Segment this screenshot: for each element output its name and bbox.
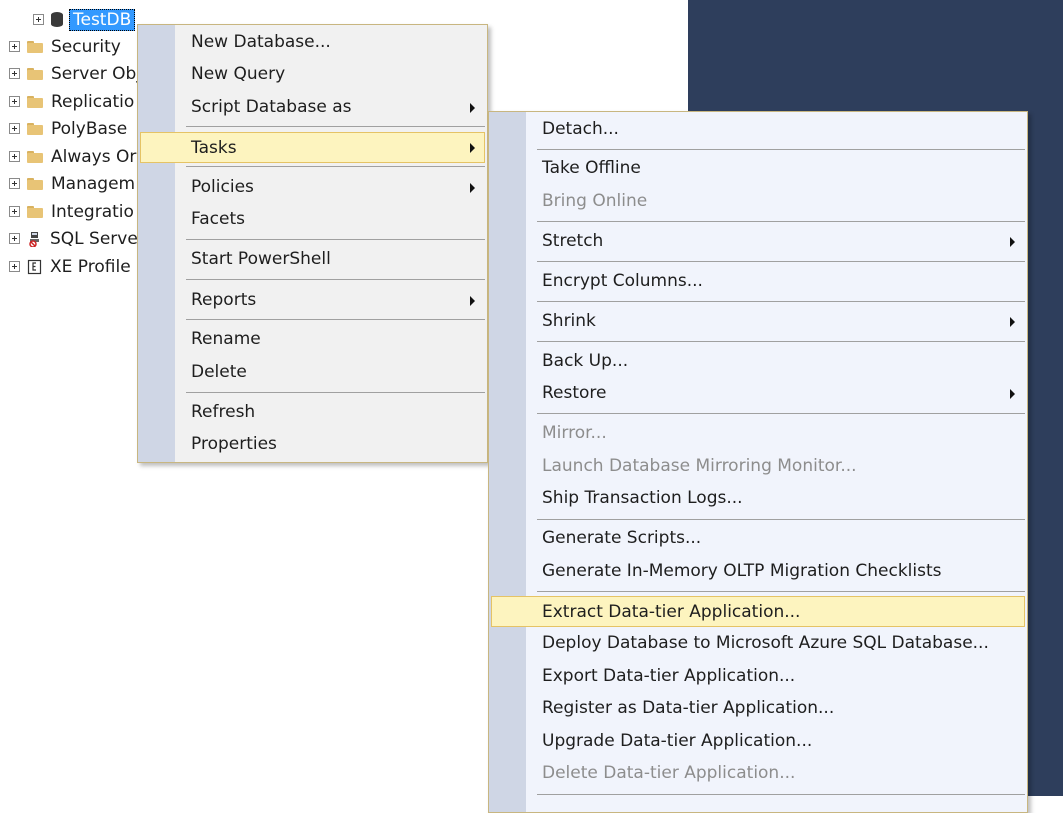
tree-item-label: Replicatio	[51, 91, 135, 112]
menu-item-rename[interactable]: Rename	[140, 324, 485, 355]
menu-item-policies[interactable]: Policies	[140, 172, 485, 203]
database-icon	[51, 12, 63, 27]
menu-separator	[537, 149, 1025, 150]
menu-separator	[186, 239, 485, 240]
menu-item-take-offline[interactable]: Take Offline	[491, 153, 1025, 184]
menu-separator	[537, 261, 1025, 262]
menu-item-new-database[interactable]: New Database...	[140, 27, 485, 58]
folder-icon	[27, 205, 43, 218]
submenu-arrow-icon	[470, 183, 475, 193]
tree-item-label: Integratio	[51, 201, 134, 222]
submenu-arrow-icon	[470, 143, 475, 153]
menu-item-tasks[interactable]: Tasks	[140, 132, 485, 163]
menu-item-stretch[interactable]: Stretch	[491, 226, 1025, 257]
menu-separator	[537, 301, 1025, 302]
menu-separator	[537, 519, 1025, 520]
menu-separator	[537, 413, 1025, 414]
menu-item-detach[interactable]: Detach...	[491, 114, 1025, 145]
menu-item-generate-scripts[interactable]: Generate Scripts...	[491, 523, 1025, 554]
menu-item-script-database-as[interactable]: Script Database as	[140, 92, 485, 123]
menu-separator	[186, 392, 485, 393]
tree-item-replication[interactable]: Replicatio	[9, 88, 134, 115]
tree-item-label: SQL Serve	[50, 228, 138, 249]
sql-agent-icon	[29, 231, 39, 247]
tree-item-label: TestDB	[69, 8, 136, 31]
xe-profiler-icon	[27, 259, 42, 274]
menu-item-back-up[interactable]: Back Up...	[491, 346, 1025, 377]
menu-item-new-query[interactable]: New Query	[140, 59, 485, 90]
menu-item-export-data-tier-application[interactable]: Export Data-tier Application...	[491, 661, 1025, 692]
expand-icon[interactable]	[9, 206, 20, 217]
menu-separator	[186, 126, 485, 127]
folder-icon	[27, 67, 43, 80]
menu-separator	[186, 319, 485, 320]
tree-item-label: XE Profile	[50, 256, 131, 277]
expand-icon[interactable]	[9, 233, 20, 244]
tree-item-label: Server Obj	[51, 63, 142, 84]
menu-item-bring-online: Bring Online	[542, 191, 648, 211]
expand-icon[interactable]	[9, 41, 20, 52]
menu-item-register-data-tier-application[interactable]: Register as Data-tier Application...	[491, 693, 1025, 724]
tree-item-label: PolyBase	[51, 118, 128, 139]
menu-item-mirror: Mirror...	[542, 423, 607, 443]
tree-item-polybase[interactable]: PolyBase	[9, 115, 127, 142]
tree-item-management[interactable]: Managem	[9, 170, 135, 197]
menu-item-extract-data-tier-application[interactable]: Extract Data-tier Application...	[491, 596, 1025, 627]
menu-item-upgrade-data-tier-application[interactable]: Upgrade Data-tier Application...	[491, 726, 1025, 757]
menu-item-reports[interactable]: Reports	[140, 285, 485, 316]
menu-separator	[537, 591, 1025, 592]
expand-icon[interactable]	[9, 151, 20, 162]
menu-item-generate-oltp-checklists[interactable]: Generate In-Memory OLTP Migration Checkl…	[491, 556, 1025, 587]
expand-icon[interactable]	[9, 178, 20, 189]
expand-icon[interactable]	[9, 123, 20, 134]
submenu-arrow-icon	[1010, 237, 1015, 247]
menu-item-encrypt-columns[interactable]: Encrypt Columns...	[491, 266, 1025, 297]
menu-item-deploy-to-azure[interactable]: Deploy Database to Microsoft Azure SQL D…	[491, 628, 1025, 659]
folder-icon	[27, 150, 43, 163]
expand-icon[interactable]	[9, 261, 20, 272]
menu-item-restore[interactable]: Restore	[491, 378, 1025, 409]
submenu-arrow-icon	[470, 296, 475, 306]
tree-item-sql-server-agent[interactable]: SQL Serve	[9, 225, 138, 252]
menu-item-launch-mirroring-monitor: Launch Database Mirroring Monitor...	[542, 456, 857, 476]
menu-item-delete[interactable]: Delete	[140, 357, 485, 388]
tree-item-security[interactable]: Security	[9, 33, 121, 60]
tree-item-xe-profiler[interactable]: XE Profile	[9, 253, 131, 280]
expand-icon[interactable]	[33, 14, 44, 25]
submenu-arrow-icon	[470, 103, 475, 113]
menu-separator	[537, 341, 1025, 342]
submenu-arrow-icon	[1010, 317, 1015, 327]
menu-separator	[537, 221, 1025, 222]
menu-separator	[186, 279, 485, 280]
menu-item-delete-data-tier-application: Delete Data-tier Application...	[542, 763, 796, 783]
folder-icon	[27, 95, 43, 108]
tree-item-integration-services[interactable]: Integratio	[9, 198, 134, 225]
folder-icon	[27, 177, 43, 190]
folder-icon	[27, 40, 43, 53]
submenu-arrow-icon	[1010, 389, 1015, 399]
menu-item-refresh[interactable]: Refresh	[140, 397, 485, 428]
tree-item-label: Managem	[51, 173, 136, 194]
menu-separator	[186, 166, 485, 167]
menu-item-ship-transaction-logs[interactable]: Ship Transaction Logs...	[491, 483, 1025, 514]
menu-item-start-powershell[interactable]: Start PowerShell	[140, 244, 485, 275]
menu-item-shrink[interactable]: Shrink	[491, 306, 1025, 337]
expand-icon[interactable]	[9, 68, 20, 79]
tree-item-server-objects[interactable]: Server Obj	[9, 60, 141, 87]
database-context-menu: New Database... New Query Script Databas…	[137, 24, 488, 463]
tree-item-label: Security	[51, 36, 121, 57]
menu-separator	[537, 794, 1025, 795]
tree-item-testdb[interactable]: TestDB	[33, 6, 136, 33]
tree-item-label: Always Or	[51, 146, 137, 167]
tasks-submenu: Detach... Take Offline Bring Online Stre…	[488, 111, 1028, 813]
folder-icon	[27, 122, 43, 135]
tree-item-always-on[interactable]: Always Or	[9, 143, 136, 170]
menu-item-properties[interactable]: Properties	[140, 429, 485, 460]
expand-icon[interactable]	[9, 96, 20, 107]
menu-item-facets[interactable]: Facets	[140, 204, 485, 235]
